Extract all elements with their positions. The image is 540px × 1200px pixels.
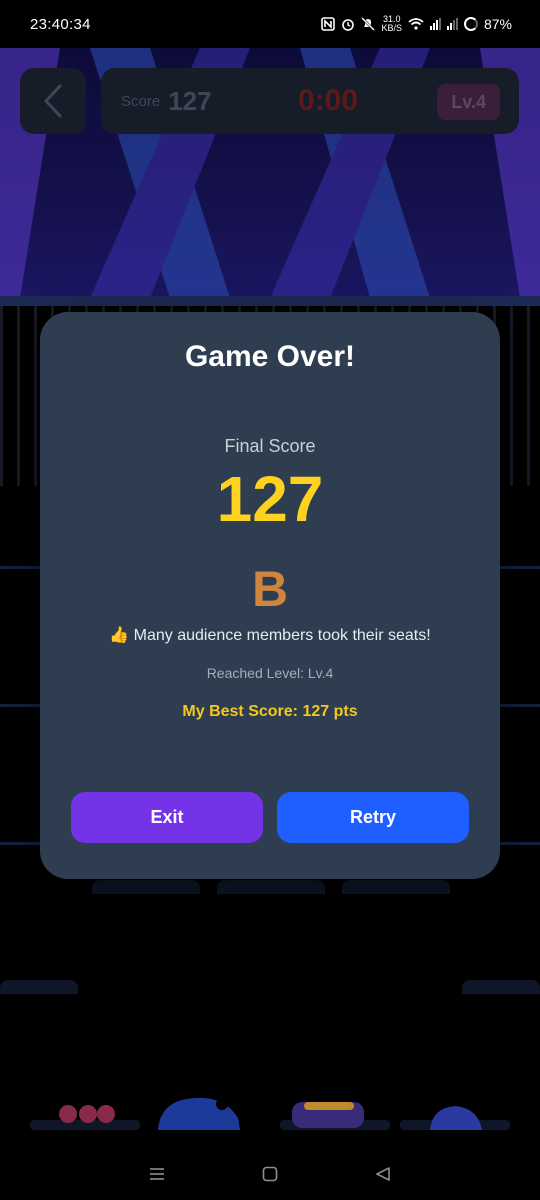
triangle-back-icon (376, 1167, 391, 1181)
status-bar: 23:40:34 31.0 KB/S 87% (0, 0, 540, 48)
hud-score-label: Score (121, 92, 161, 110)
seat (462, 980, 540, 994)
home-button[interactable] (259, 1163, 281, 1185)
menu-icon (149, 1168, 164, 1180)
reached-level: Reached Level: Lv.4 (206, 665, 334, 681)
audience-silhouettes (30, 1097, 510, 1130)
recents-button[interactable] (146, 1163, 168, 1185)
status-icons: 31.0 KB/S 87% (321, 15, 512, 33)
seat (0, 980, 78, 994)
final-score-label: Final Score (224, 436, 316, 456)
score-hud: Score 127 0:00 Lv.4 (101, 68, 519, 134)
chevron-left-icon (44, 84, 62, 118)
modal-title: Game Over! (184, 340, 356, 373)
seat (92, 880, 200, 894)
square-icon (262, 1166, 278, 1182)
hud-score-value: 127 (168, 85, 212, 116)
result-message: 👍 Many audience members took their seats… (109, 627, 431, 644)
net-speed: 31.0 KB/S (381, 14, 402, 33)
battery-percent: 87% (483, 16, 512, 32)
grade-letter: B (251, 561, 289, 617)
mute-icon (361, 17, 376, 31)
wifi-icon (408, 18, 424, 30)
seat (342, 880, 450, 894)
battery-icon (463, 17, 478, 31)
exit-button[interactable]: Exit (71, 792, 263, 843)
retry-button[interactable]: Retry (277, 792, 469, 843)
signal-icon (446, 18, 458, 30)
status-time: 23:40:34 (30, 15, 91, 33)
back-button[interactable] (20, 68, 86, 134)
back-nav-button[interactable] (372, 1163, 394, 1185)
final-score-value: 127 (216, 463, 324, 535)
alarm-icon (342, 19, 355, 31)
signal-icon (429, 18, 441, 30)
hud-level-badge: Lv.4 (437, 84, 500, 120)
nfc-icon (321, 17, 336, 31)
best-score: My Best Score: 127 pts (182, 703, 358, 720)
seat (217, 880, 325, 894)
stage-railing (0, 296, 540, 306)
hud-timer: 0:00 (297, 84, 359, 117)
system-nav-bar (0, 1148, 540, 1200)
